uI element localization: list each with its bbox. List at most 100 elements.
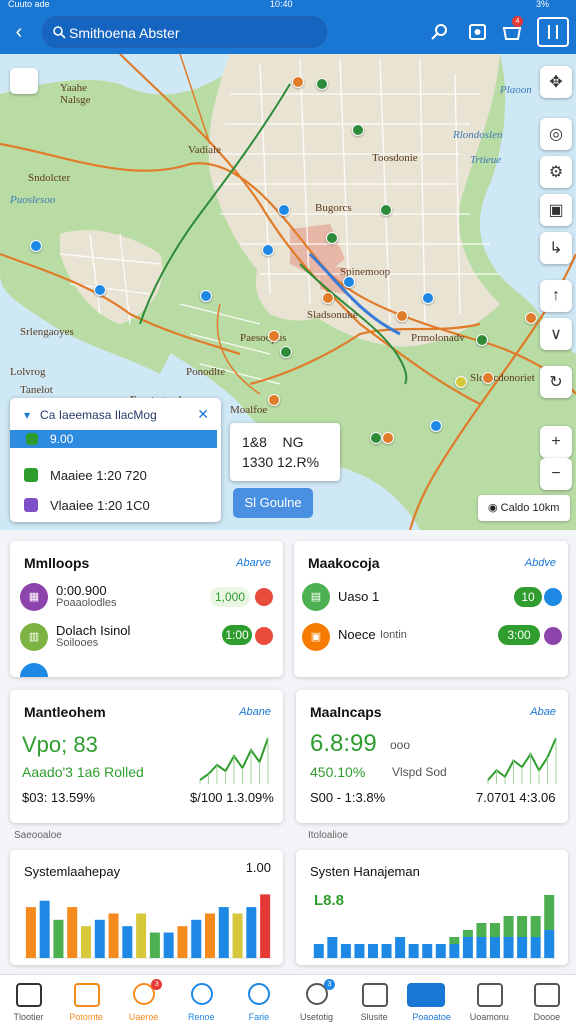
calendar-icon: ▦ (20, 583, 48, 611)
map-pin[interactable] (316, 78, 328, 90)
zoom-in-button[interactable]: + (540, 426, 572, 458)
map-pin[interactable] (200, 290, 212, 302)
menu-button[interactable] (537, 17, 569, 47)
settings-button[interactable]: ⚙ (540, 156, 572, 188)
map-label: Prmolonadv (411, 332, 465, 344)
map-label: Tanelot (20, 384, 53, 396)
status-dot (255, 588, 273, 606)
card-title: Mmlloops (24, 555, 90, 571)
nav-item-potomte[interactable]: Potomte (58, 975, 115, 1024)
chart-bar-segment (422, 944, 433, 958)
card-bottom-left: Systemlaahepay 1.00 (10, 850, 283, 965)
map-pin[interactable] (352, 124, 364, 136)
nav-item-poaoatoe[interactable]: Poaoatoe (403, 975, 460, 1024)
map-pin[interactable] (94, 284, 106, 296)
walk-icon (26, 433, 38, 445)
map-pin[interactable] (422, 292, 434, 304)
nav-label: Potomte (69, 1012, 103, 1022)
card-link[interactable]: Abdve (525, 557, 556, 569)
nav-label: Uaeroe (128, 1012, 159, 1022)
chart-bar-segment (476, 937, 487, 958)
map-pin[interactable] (30, 240, 42, 252)
map-pin[interactable] (370, 432, 382, 444)
document-icon: ▤ (302, 583, 330, 611)
map-pin[interactable] (482, 372, 494, 384)
map-label: Slodicdonoriet (470, 372, 535, 384)
chat-icon (361, 983, 388, 1007)
scale-icon: ◉ (488, 502, 501, 514)
map-pin[interactable] (382, 432, 394, 444)
location-button[interactable]: ◎ (540, 118, 572, 150)
map-pin[interactable] (262, 244, 274, 256)
map-pin[interactable] (396, 310, 408, 322)
chart-value: 1.00 (245, 860, 271, 875)
nav-item-slusite[interactable]: Slusite (346, 975, 403, 1024)
map-pin[interactable] (326, 232, 338, 244)
map-pin[interactable] (343, 276, 355, 288)
refresh-button[interactable]: ↻ (540, 366, 572, 398)
route-card: ▾ Ca Iaeemasa IlacMog ✕ 9.00 Maaiee 1:20 … (10, 398, 221, 522)
car-icon (24, 468, 38, 482)
route-option-selected[interactable]: 9.00 (10, 430, 217, 448)
map-pin[interactable] (292, 76, 304, 88)
search-input[interactable] (69, 23, 319, 43)
share-icon[interactable] (466, 20, 490, 44)
map-pin[interactable] (380, 204, 392, 216)
nav-item-usetotig[interactable]: 3 Usetotig (288, 975, 345, 1024)
chart-bar-segment (544, 930, 555, 958)
chart-bar (260, 894, 271, 958)
nav-item-uaeroe[interactable]: 3 Uaeroe (115, 975, 172, 1024)
search-icon (53, 26, 66, 39)
map-pin[interactable] (476, 334, 488, 346)
status-dot (544, 627, 562, 645)
route-option[interactable]: Maaiee 1:20 720 (24, 468, 147, 483)
arrow-up-button[interactable]: ↑ (540, 280, 572, 312)
close-icon[interactable]: ✕ (197, 406, 209, 423)
map-pin[interactable] (455, 376, 467, 388)
back-button[interactable]: ‹ (8, 20, 30, 44)
chart-bar-segment (408, 944, 419, 958)
section-label: Itoloalioe (308, 830, 349, 841)
metric-footer-left: S00 - 1:3.8% (310, 790, 386, 805)
route-option[interactable]: Vlaaiee 1:20 1C0 (24, 498, 150, 513)
card-link[interactable]: Abae (530, 706, 556, 718)
chart-bar (246, 907, 257, 958)
map-view[interactable]: Yaahe Nalsge Vadiale Sndolcter Toosdonie… (0, 54, 576, 530)
item-primary: Noece (338, 627, 376, 642)
nav-item-tlootier[interactable]: Tlootier (0, 975, 57, 1024)
search-icon[interactable] (428, 20, 452, 44)
map-pin[interactable] (525, 312, 537, 324)
chart-bar-segment (517, 916, 528, 937)
map-pin[interactable] (430, 420, 442, 432)
nav-label: Uoamonu (469, 1012, 509, 1022)
nav-item-uoamonu[interactable]: Uoamonu (461, 975, 518, 1024)
card-title: Maalncaps (310, 704, 382, 720)
map-pin[interactable] (268, 330, 280, 342)
chart-bar (191, 919, 202, 958)
map-collapse-button[interactable] (10, 68, 38, 94)
layers-button[interactable]: ✥ (540, 66, 572, 98)
map-pin[interactable] (280, 346, 292, 358)
nav-item-farie[interactable]: Farie (230, 975, 287, 1024)
map-pin[interactable] (322, 292, 334, 304)
chevron-down-button[interactable]: ∨ (540, 318, 572, 350)
map-label: Bugorcs (315, 202, 352, 214)
map-label: Sndolcter (28, 172, 71, 184)
nav-item-doooe[interactable]: Doooe (518, 975, 575, 1024)
nav-label: Farie (248, 1012, 270, 1022)
bottom-navigation: Tlootier Potomte 3 Uaeroe Renoe Farie 3 Usetoti… (0, 974, 576, 1024)
map-pin[interactable] (268, 394, 280, 406)
zoom-out-button[interactable]: − (540, 458, 572, 490)
route-button[interactable]: ↳ (540, 232, 572, 264)
go-button[interactable]: Sl Goulne (233, 488, 313, 518)
card-link[interactable]: Abarve (236, 557, 271, 569)
status-battery: 3% (536, 0, 550, 9)
search-bar[interactable] (42, 16, 327, 48)
map-pin[interactable] (278, 204, 290, 216)
metric-subtext: Aaado'3 1a6 Rolled (22, 764, 144, 780)
card-link[interactable]: Abane (239, 706, 271, 718)
nav-item-renoe[interactable]: Renoe (173, 975, 230, 1024)
cube-button[interactable]: ▣ (540, 194, 572, 226)
trend-sparkline (199, 737, 269, 784)
metric-footer-right: $/100 1.3.09% (190, 790, 274, 805)
